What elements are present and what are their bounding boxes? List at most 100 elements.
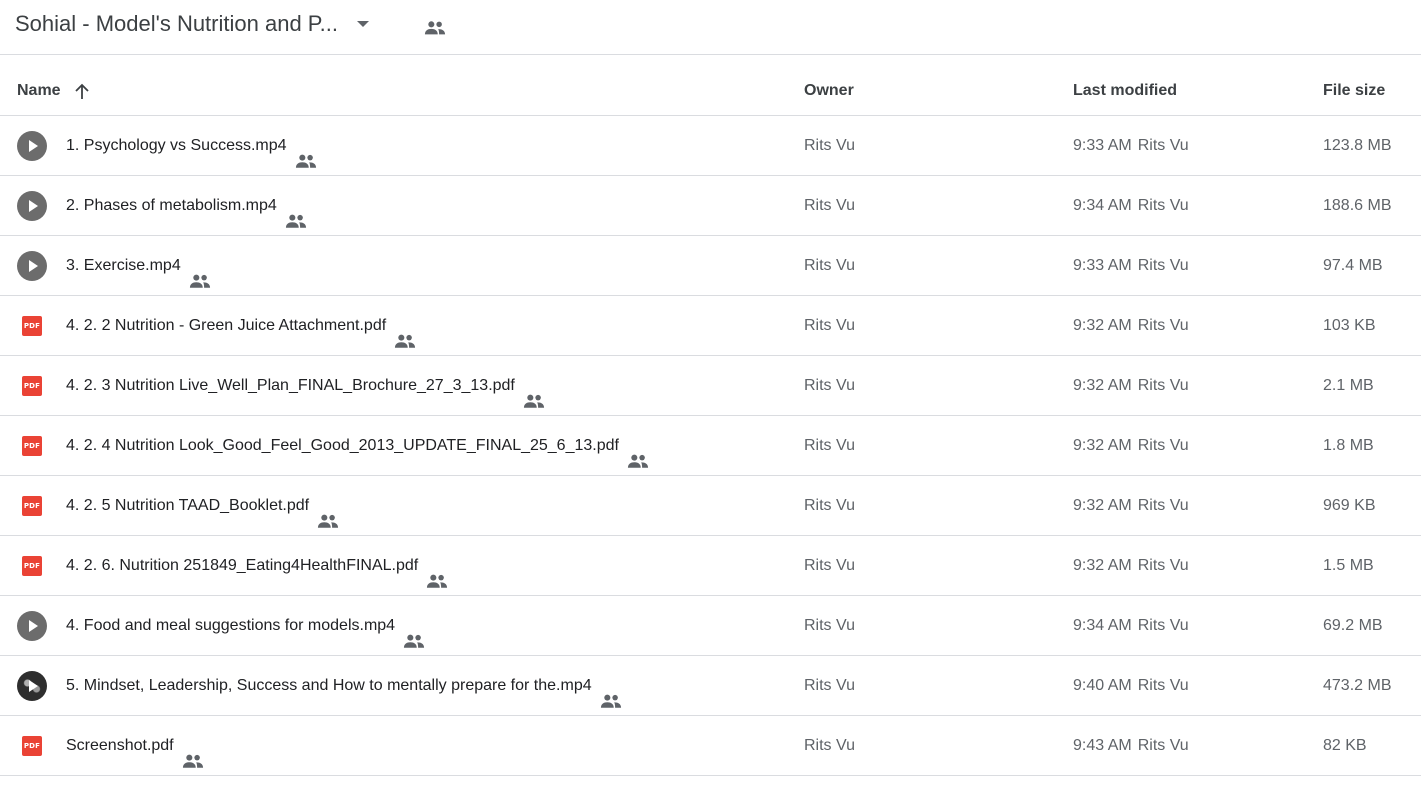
file-name-cell[interactable]: 4. 2. 3 Nutrition Live_Well_Plan_FINAL_B… (66, 356, 545, 416)
last-modified-cell: 9:34 AM Rits Vu (1073, 176, 1189, 236)
owner-cell: Rits Vu (804, 677, 855, 694)
modified-by: Rits Vu (1137, 377, 1189, 394)
file-name[interactable]: 5. Mindset, Leadership, Success and How … (66, 677, 592, 694)
file-name-cell[interactable]: 3. Exercise.mp4 (66, 236, 211, 296)
modified-time: 9:32 AM (1073, 377, 1132, 394)
caret-down-icon[interactable] (357, 21, 369, 27)
column-header-file-size[interactable]: File size (1323, 56, 1385, 116)
file-size-cell: 1.5 MB (1323, 557, 1374, 574)
people-icon (182, 735, 204, 768)
file-row[interactable]: PDF 4. 2. 2 Nutrition - Green Juice Attac… (0, 296, 1421, 356)
file-size-cell: 2.1 MB (1323, 377, 1374, 394)
folder-title[interactable]: Sohial - Model's Nutrition and P... (15, 10, 338, 38)
file-row[interactable]: 5. Mindset, Leadership, Success and How … (0, 656, 1421, 716)
pdf-icon-label: PDF (22, 556, 42, 576)
file-size-cell: 473.2 MB (1323, 677, 1392, 694)
file-name[interactable]: 3. Exercise.mp4 (66, 257, 181, 274)
modified-time: 9:34 AM (1073, 617, 1132, 634)
file-size-cell: 103 KB (1323, 317, 1376, 334)
people-icon (295, 135, 317, 168)
file-row[interactable]: PDF 4. 2. 4 Nutrition Look_Good_Feel_Good… (0, 416, 1421, 476)
last-modified-cell: 9:43 AM Rits Vu (1073, 716, 1189, 776)
file-name[interactable]: 4. Food and meal suggestions for models.… (66, 617, 395, 634)
file-name[interactable]: 1. Psychology vs Success.mp4 (66, 137, 287, 154)
file-name-cell[interactable]: 4. 2. 6. Nutrition 251849_Eating4HealthF… (66, 536, 448, 596)
column-header-owner[interactable]: Owner (804, 56, 854, 116)
file-size-cell: 188.6 MB (1323, 197, 1392, 214)
file-row[interactable]: PDF 4. 2. 3 Nutrition Live_Well_Plan_FINA… (0, 356, 1421, 416)
file-size-cell: 69.2 MB (1323, 617, 1383, 634)
owner-cell: Rits Vu (804, 377, 855, 394)
modified-by: Rits Vu (1137, 677, 1189, 694)
people-icon (426, 555, 448, 588)
last-modified-cell: 9:32 AM Rits Vu (1073, 416, 1189, 476)
file-name[interactable]: 4. 2. 3 Nutrition Live_Well_Plan_FINAL_B… (66, 377, 515, 394)
file-name-cell[interactable]: Screenshot.pdf (66, 716, 204, 776)
modified-by: Rits Vu (1137, 317, 1189, 334)
modified-time: 9:32 AM (1073, 557, 1132, 574)
modified-by: Rits Vu (1137, 617, 1189, 634)
modified-time: 9:33 AM (1073, 257, 1132, 274)
file-row[interactable]: PDF 4. 2. 5 Nutrition TAAD_Booklet.pdf Rit… (0, 476, 1421, 536)
people-icon (394, 315, 416, 348)
pdf-icon-label: PDF (22, 376, 42, 396)
video-thumbnail-icon (17, 671, 47, 701)
last-modified-cell: 9:32 AM Rits Vu (1073, 536, 1189, 596)
file-row[interactable]: 1. Psychology vs Success.mp4 Rits Vu 9:33 … (0, 116, 1421, 176)
column-header-last-modified[interactable]: Last modified (1073, 56, 1177, 116)
people-icon (189, 255, 211, 288)
last-modified-cell: 9:34 AM Rits Vu (1073, 596, 1189, 656)
people-icon (285, 195, 307, 228)
pdf-icon-label: PDF (22, 496, 42, 516)
file-name[interactable]: 2. Phases of metabolism.mp4 (66, 197, 277, 214)
people-icon (600, 675, 622, 708)
owner-cell: Rits Vu (804, 617, 855, 634)
file-row[interactable]: PDF Screenshot.pdf Rits Vu 9:43 AM Rits Vu 82… (0, 716, 1421, 776)
file-name[interactable]: 4. 2. 5 Nutrition TAAD_Booklet.pdf (66, 497, 309, 514)
file-row[interactable]: PDF 4. 2. 6. Nutrition 251849_Eating4Heal… (0, 536, 1421, 596)
people-icon (627, 435, 649, 468)
file-name[interactable]: 4. 2. 4 Nutrition Look_Good_Feel_Good_20… (66, 437, 619, 454)
modified-time: 9:32 AM (1073, 497, 1132, 514)
people-icon (317, 495, 339, 528)
video-play-icon (17, 611, 47, 641)
video-play-icon (17, 251, 47, 281)
owner-cell: Rits Vu (804, 257, 855, 274)
pdf-icon-label: PDF (22, 316, 42, 336)
file-name-cell[interactable]: 5. Mindset, Leadership, Success and How … (66, 656, 622, 716)
file-name-cell[interactable]: 4. 2. 4 Nutrition Look_Good_Feel_Good_20… (66, 416, 649, 476)
pdf-icon: PDF (17, 311, 47, 341)
owner-cell: Rits Vu (804, 737, 855, 754)
people-icon (403, 615, 425, 648)
owner-cell: Rits Vu (804, 197, 855, 214)
last-modified-cell: 9:32 AM Rits Vu (1073, 476, 1189, 536)
last-modified-cell: 9:33 AM Rits Vu (1073, 116, 1189, 176)
file-name[interactable]: Screenshot.pdf (66, 737, 174, 754)
last-modified-cell: 9:32 AM Rits Vu (1073, 356, 1189, 416)
file-size-cell: 97.4 MB (1323, 257, 1383, 274)
arrow-up-icon[interactable] (73, 83, 91, 101)
file-row[interactable]: 4. Food and meal suggestions for models.… (0, 596, 1421, 656)
file-name[interactable]: 4. 2. 6. Nutrition 251849_Eating4HealthF… (66, 557, 418, 574)
file-size-cell: 969 KB (1323, 497, 1376, 514)
file-name-cell[interactable]: 2. Phases of metabolism.mp4 (66, 176, 307, 236)
modified-by: Rits Vu (1137, 197, 1189, 214)
file-list: 1. Psychology vs Success.mp4 Rits Vu 9:33 … (0, 116, 1421, 776)
file-name-cell[interactable]: 4. 2. 5 Nutrition TAAD_Booklet.pdf (66, 476, 339, 536)
file-row[interactable]: 3. Exercise.mp4 Rits Vu 9:33 AM Rits Vu 97.4… (0, 236, 1421, 296)
file-name[interactable]: 4. 2. 2 Nutrition - Green Juice Attachme… (66, 317, 386, 334)
modified-by: Rits Vu (1137, 557, 1189, 574)
people-icon (424, 21, 446, 35)
pdf-icon: PDF (17, 551, 47, 581)
column-header-row: Name Owner Last modified File size (0, 56, 1421, 116)
last-modified-cell: 9:32 AM Rits Vu (1073, 296, 1189, 356)
last-modified-cell: 9:40 AM Rits Vu (1073, 656, 1189, 716)
owner-cell: Rits Vu (804, 497, 855, 514)
file-row[interactable]: 2. Phases of metabolism.mp4 Rits Vu 9:34 A… (0, 176, 1421, 236)
file-name-cell[interactable]: 1. Psychology vs Success.mp4 (66, 116, 317, 176)
pdf-icon: PDF (17, 491, 47, 521)
file-name-cell[interactable]: 4. Food and meal suggestions for models.… (66, 596, 425, 656)
column-header-name[interactable]: Name (17, 56, 61, 116)
file-name-cell[interactable]: 4. 2. 2 Nutrition - Green Juice Attachme… (66, 296, 416, 356)
video-play-icon (17, 131, 47, 161)
